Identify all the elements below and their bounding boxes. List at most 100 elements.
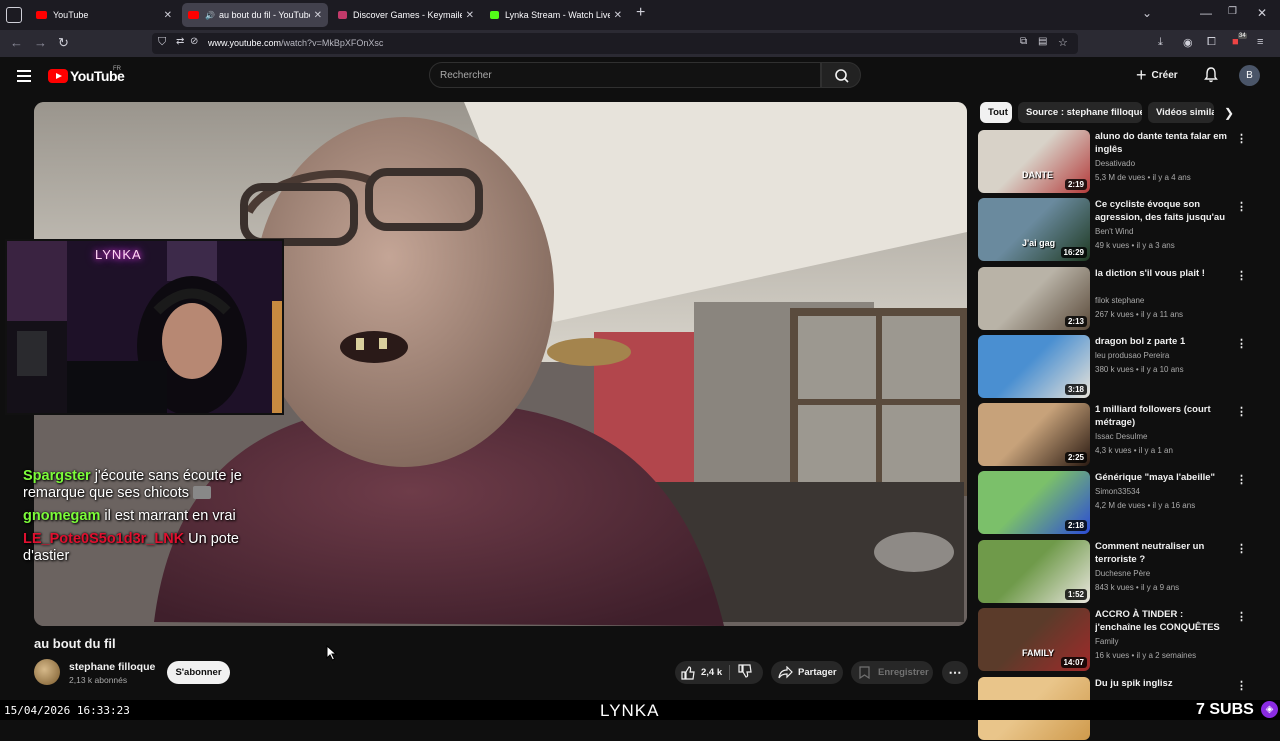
close-tab-icon[interactable]: ✕ xyxy=(466,10,474,21)
app-menu-icon[interactable]: ≡ xyxy=(1257,36,1263,48)
recommendation-title[interactable]: dragon bol z parte 1 xyxy=(1095,335,1227,348)
recommendation-thumbnail[interactable]: 3:18 xyxy=(978,335,1090,398)
like-button[interactable]: 2,4 k xyxy=(675,665,729,680)
recommendation-title[interactable]: Comment neutraliser un terroriste ? xyxy=(1095,540,1227,566)
back-icon[interactable]: ← xyxy=(10,35,23,50)
recommendation-title[interactable]: Ce cycliste évoque son agression, des fa… xyxy=(1095,198,1227,224)
more-vertical-icon[interactable]: ⋮ xyxy=(1236,405,1247,418)
recommendation-channel[interactable]: filok stephane xyxy=(1095,296,1144,305)
window-close-icon[interactable]: ✕ xyxy=(1257,6,1267,20)
recommendation-channel[interactable]: Family xyxy=(1095,637,1119,646)
close-tab-icon[interactable]: ✕ xyxy=(614,10,622,21)
overlay-subs-count: 7 SUBS xyxy=(1196,701,1254,718)
webcam-feed xyxy=(7,241,282,413)
share-button[interactable]: Partager xyxy=(771,661,843,684)
account-icon[interactable]: ◉ xyxy=(1183,36,1193,49)
recommendation-item[interactable]: DANTE 2:19 aluno do dante tenta falar em i… xyxy=(978,130,1268,194)
recommendation-item[interactable]: 2:25 1 milliard followers (court métrage)… xyxy=(978,403,1268,467)
recommendation-channel[interactable]: Desativado xyxy=(1095,159,1135,168)
recommendation-channel[interactable]: leu produsao Pereira xyxy=(1095,351,1169,360)
tab-overflow-chevron-icon[interactable]: ⌄ xyxy=(1142,6,1152,20)
youtube-favicon-icon xyxy=(188,11,199,19)
more-vertical-icon[interactable]: ⋮ xyxy=(1236,542,1247,555)
dislike-button[interactable] xyxy=(730,664,752,681)
more-vertical-icon[interactable]: ⋮ xyxy=(1236,610,1247,623)
recommendation-title[interactable]: ACCRO À TINDER : j'enchaîne les CONQUÊTE… xyxy=(1095,608,1227,634)
search-input[interactable]: Rechercher xyxy=(429,62,821,88)
more-vertical-icon[interactable]: ⋮ xyxy=(1236,269,1247,282)
recommendation-thumbnail[interactable]: 2:18 xyxy=(978,471,1090,534)
chevron-right-icon[interactable]: ❯ xyxy=(1224,106,1234,120)
recommendation-thumbnail[interactable]: 1:52 xyxy=(978,540,1090,603)
account-avatar[interactable]: B xyxy=(1239,65,1260,86)
subscriber-count: 2,13 k abonnés xyxy=(69,675,128,685)
recommendation-meta: 267 k vues • il y a 11 ans xyxy=(1095,310,1184,319)
browser-tab-strip: YouTube ✕ 🔊 au bout du fil - YouTube ✕ D… xyxy=(0,0,1280,30)
chip-similar[interactable]: Vidéos simila xyxy=(1148,102,1214,123)
recommendation-title[interactable]: Générique "maya l'abeille" xyxy=(1095,471,1227,484)
more-vertical-icon[interactable]: ⋮ xyxy=(1236,132,1247,145)
save-button[interactable]: Enregistrer xyxy=(851,661,933,684)
more-actions-button[interactable]: ⋯ xyxy=(942,661,968,684)
recommendation-thumbnail[interactable]: 2:25 xyxy=(978,403,1090,466)
search-icon xyxy=(835,69,849,83)
recommendation-item[interactable]: 2:13 la diction s'il vous plait ! filok st… xyxy=(978,267,1268,331)
shield-icon[interactable]: ⛉ xyxy=(158,36,166,49)
close-tab-icon[interactable]: ✕ xyxy=(314,10,322,21)
recommendation-item[interactable]: 3:18 dragon bol z parte 1 leu produsao Per… xyxy=(978,335,1268,399)
minimize-icon[interactable]: — xyxy=(1200,6,1212,20)
speaker-icon[interactable]: 🔊 xyxy=(205,11,215,20)
recommendation-thumbnail[interactable]: FAMILY 14:07 xyxy=(978,608,1090,671)
tab-youtube[interactable]: YouTube ✕ xyxy=(30,3,178,27)
recommendation-channel[interactable]: Duchesne Père xyxy=(1095,569,1150,578)
autoplay-blocked-icon[interactable]: ⊘ xyxy=(190,36,198,47)
recommendation-thumbnail[interactable]: 2:13 xyxy=(978,267,1090,330)
more-vertical-icon[interactable]: ⋮ xyxy=(1236,337,1247,350)
downloads-icon[interactable]: ⤓ xyxy=(1158,36,1163,49)
recommendation-item[interactable]: FAMILY 14:07 ACCRO À TINDER : j'enchaîne l… xyxy=(978,608,1268,672)
chip-all[interactable]: Tout xyxy=(980,102,1012,123)
close-tab-icon[interactable]: ✕ xyxy=(164,10,172,21)
new-tab-icon[interactable]: + xyxy=(636,4,645,22)
chip-source[interactable]: Source : stephane filloque xyxy=(1018,102,1142,123)
recommendation-item[interactable]: J'ai gag 16:29 Ce cycliste évoque son agre… xyxy=(978,198,1268,262)
recommendation-item[interactable]: 2:18 Générique "maya l'abeille" Simon33534… xyxy=(978,471,1268,535)
search-button[interactable] xyxy=(821,62,861,88)
create-button[interactable]: + Créer xyxy=(1136,65,1178,85)
subscribe-button[interactable]: S'abonner xyxy=(167,661,230,684)
channel-avatar[interactable] xyxy=(34,659,60,685)
recommendation-channel[interactable]: Issac Desulme xyxy=(1095,432,1147,441)
more-vertical-icon[interactable]: ⋮ xyxy=(1236,473,1247,486)
tab-au-bout-du-fil[interactable]: 🔊 au bout du fil - YouTube ✕ xyxy=(182,3,328,27)
reload-icon[interactable]: ↻ xyxy=(58,35,69,51)
thumbs-down-icon xyxy=(738,664,752,678)
reader-view-icon[interactable]: ▤ xyxy=(1038,36,1047,47)
address-bar[interactable]: ⛉ ⇄ ⊘ www.youtube.com/watch?v=MkBpXFOnXs… xyxy=(152,33,1078,54)
recommendation-channel[interactable]: Simon33534 xyxy=(1095,487,1140,496)
thumbnail-caption: J'ai gag xyxy=(1022,238,1056,248)
recommendation-thumbnail[interactable]: DANTE 2:19 xyxy=(978,130,1090,193)
mouse-cursor-icon xyxy=(326,645,338,661)
restore-icon[interactable]: ❐ xyxy=(1228,6,1237,17)
tab-keymailer[interactable]: Discover Games - Keymailer ✕ xyxy=(332,3,480,27)
recommendation-title[interactable]: Du ju spik inglisz xyxy=(1095,677,1227,690)
tab-lynka-stream[interactable]: Lynka Stream - Watch Live on K ✕ xyxy=(484,3,628,27)
recommendation-channel[interactable]: Ben't Wind xyxy=(1095,227,1133,236)
tab-list-icon[interactable] xyxy=(6,7,22,23)
notifications-bell-icon[interactable] xyxy=(1204,67,1218,83)
recommendation-item[interactable]: 1:52 Comment neutraliser un terroriste ? D… xyxy=(978,540,1268,604)
picture-in-picture-icon[interactable]: ⧉ xyxy=(1020,36,1027,47)
bookmark-star-icon[interactable]: ☆ xyxy=(1058,36,1068,49)
menu-icon[interactable] xyxy=(17,70,31,82)
permissions-icon[interactable]: ⇄ xyxy=(176,36,184,47)
url-text[interactable]: www.youtube.com/watch?v=MkBpXFOnXsc xyxy=(208,38,383,48)
recommendation-title[interactable]: la diction s'il vous plait ! xyxy=(1095,267,1227,280)
recommendation-title[interactable]: 1 milliard followers (court métrage) xyxy=(1095,403,1227,429)
more-vertical-icon[interactable]: ⋮ xyxy=(1236,200,1247,213)
extensions-icon[interactable]: ⧠ xyxy=(1207,36,1216,49)
forward-icon[interactable]: → xyxy=(34,35,47,50)
recommendation-title[interactable]: aluno do dante tenta falar em inglês xyxy=(1095,130,1227,156)
recommendation-thumbnail[interactable]: J'ai gag 16:29 xyxy=(978,198,1090,261)
channel-name[interactable]: stephane filloque xyxy=(69,661,155,673)
more-vertical-icon[interactable]: ⋮ xyxy=(1236,679,1247,692)
